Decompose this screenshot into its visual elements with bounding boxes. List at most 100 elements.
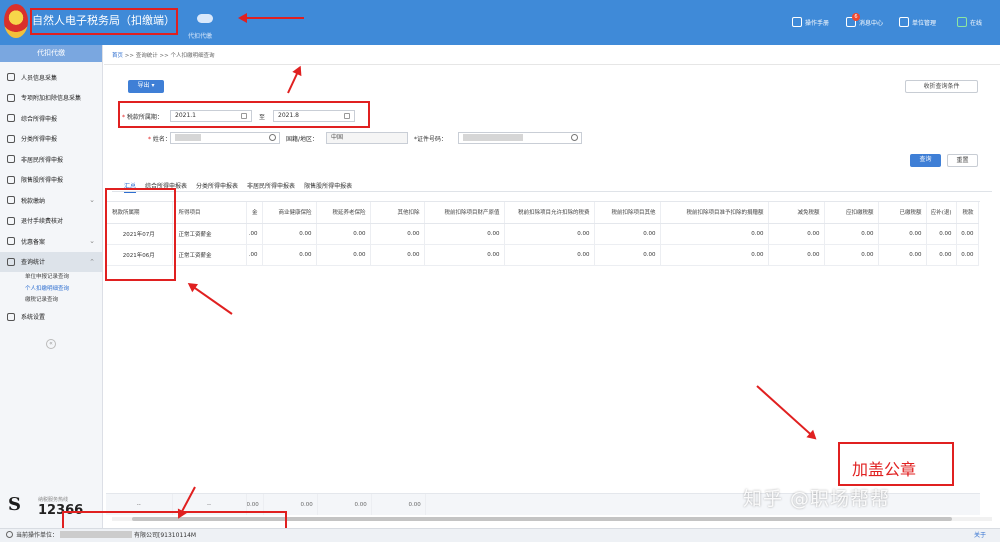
breadcrumb-divider xyxy=(104,64,1000,65)
manual-label: 操作手册 xyxy=(805,19,830,27)
name-input[interactable] xyxy=(170,132,280,144)
chevron-up-icon: ⌃ xyxy=(89,257,95,266)
chevron-down-icon: ⌄ xyxy=(89,196,95,204)
reset-button[interactable]: 重置 xyxy=(947,154,978,167)
table-cell: .00 xyxy=(246,244,263,266)
person-icon xyxy=(7,155,15,164)
column-header[interactable]: 商业健康保险 xyxy=(262,202,317,224)
grid-icon xyxy=(7,93,15,102)
annotation-box-period-column xyxy=(105,188,176,281)
export-button[interactable]: 导出 ▾ xyxy=(128,80,164,93)
name-label-text: 姓名： xyxy=(152,136,171,143)
column-header[interactable]: 税前扣除项目其他 xyxy=(594,202,661,224)
chart-icon xyxy=(7,257,15,266)
total-cell: 0.00 xyxy=(317,494,372,515)
table-cell: 0.00 xyxy=(316,223,371,245)
online-label: 在线 xyxy=(970,19,983,27)
id-number-label: *证件号码： xyxy=(414,136,448,143)
sidebar-item-label: 非居民所得申报 xyxy=(21,156,64,164)
tax-logo-icon: S xyxy=(8,494,21,515)
region-select[interactable]: 中国 xyxy=(326,132,408,144)
sidebar-item-special-deduction[interactable]: 专项附加扣除信息采集 xyxy=(0,88,102,109)
sidebar-item-classified-income[interactable]: 分类所得申报 xyxy=(0,129,102,150)
column-header[interactable]: 税前扣除项目允许扣除的税费 xyxy=(504,202,595,224)
table-cell: 0.00 xyxy=(660,223,769,245)
column-header[interactable]: 税前扣除项目准予扣除的捐赠额 xyxy=(660,202,769,224)
column-header[interactable]: 应扣缴税额 xyxy=(824,202,879,224)
sidebar-item-restricted-stock[interactable]: 限售股所得申报 xyxy=(0,170,102,191)
table-row[interactable]: 2021年06月 正常工资薪金 .00 0.00 0.00 0.00 0.00 … xyxy=(106,244,979,266)
search-icon[interactable] xyxy=(571,134,578,141)
breadcrumb-separator: >> xyxy=(159,53,169,59)
breadcrumb-current: 个人扣缴明细查询 xyxy=(170,53,215,59)
sidebar-item-person-info[interactable]: 人员信息采集 xyxy=(0,67,102,88)
check-icon xyxy=(7,216,15,225)
manual-button[interactable]: 操作手册 xyxy=(792,17,829,27)
name-redacted xyxy=(175,134,201,141)
sidebar-item-label: 人员信息采集 xyxy=(21,74,58,82)
sidebar-collapse-icon[interactable]: « xyxy=(46,339,56,349)
sidebar-item-comprehensive-income[interactable]: 综合所得申报 xyxy=(0,108,102,129)
annotation-stamp-text: 加盖公章 xyxy=(852,460,917,479)
column-header[interactable]: 税前扣除项目财产原值 xyxy=(424,202,505,224)
sidebar-item-fee-refund[interactable]: 退付手续费核对 xyxy=(0,211,102,232)
table-cell: .00 xyxy=(246,223,263,245)
column-header[interactable]: 金 xyxy=(246,202,263,224)
annotation-arrow-title xyxy=(240,17,304,19)
tax-emblem-icon xyxy=(4,4,28,38)
sidebar-item-label: 税款缴纳 xyxy=(21,197,46,205)
table-cell: 0.00 xyxy=(660,244,769,266)
message-icon: 6 xyxy=(846,13,860,27)
id-number-input[interactable] xyxy=(458,132,582,144)
table-cell: 0.00 xyxy=(926,244,957,266)
sidebar-subitem-personal-details[interactable]: 个人扣缴明细查询 xyxy=(0,284,102,296)
sidebar-subitem-payment-records[interactable]: 缴税记录查询 xyxy=(0,295,102,307)
company-manage-button[interactable]: 单位管理 xyxy=(899,17,936,27)
sidebar-item-tax-payment[interactable]: 税款缴纳 ⌄ xyxy=(0,190,102,211)
about-link[interactable]: 关于 xyxy=(974,529,986,542)
sidebar-item-label: 系统设置 xyxy=(21,314,46,322)
table-cell: 0.00 xyxy=(926,223,957,245)
breadcrumb-home[interactable]: 首页 xyxy=(112,53,123,59)
column-header[interactable]: 已缴税额 xyxy=(878,202,927,224)
sidebar-subitem-company-records[interactable]: 单位申报记录查询 xyxy=(0,272,102,284)
message-badge: 6 xyxy=(852,13,860,21)
table-row[interactable]: 2021年07月 正常工资薪金 .00 0.00 0.00 0.00 0.00 … xyxy=(106,223,979,245)
table-cell: 0.00 xyxy=(370,244,425,266)
sidebar-item-label: 查询统计 xyxy=(21,259,46,267)
annotation-box-period xyxy=(118,101,370,128)
column-header[interactable]: 所得项目 xyxy=(172,202,247,224)
table-cell: 0.00 xyxy=(824,223,879,245)
table-cell: 0.00 xyxy=(424,223,505,245)
manual-icon xyxy=(792,17,802,27)
table-cell: 0.00 xyxy=(594,244,661,266)
online-icon xyxy=(957,17,967,27)
column-header[interactable]: 应补(退) xyxy=(926,202,957,224)
current-company-label: 当前操作单位： xyxy=(16,532,59,539)
table-cell: 0.00 xyxy=(878,223,927,245)
sidebar-item-label: 专项附加扣除信息采集 xyxy=(21,95,82,103)
mode-label: 代扣代缴 xyxy=(188,33,213,40)
sidebar-item-preference-filing[interactable]: 优惠备案 ⌄ xyxy=(0,231,102,252)
breadcrumb-level1[interactable]: 查询统计 xyxy=(136,53,158,59)
table-cell: 0.00 xyxy=(504,223,595,245)
sidebar-item-query-stats[interactable]: 查询统计 ⌃ xyxy=(0,251,102,272)
column-header[interactable]: 减免税额 xyxy=(768,202,825,224)
query-button[interactable]: 查询 xyxy=(910,154,941,167)
online-status-button[interactable]: 在线 xyxy=(957,17,982,27)
column-header[interactable]: 税款 xyxy=(956,202,979,224)
column-header[interactable]: 税延养老保险 xyxy=(316,202,371,224)
table-cell: 0.00 xyxy=(878,244,927,266)
person-icon xyxy=(7,73,15,82)
sidebar-header: 代扣代缴 xyxy=(0,45,102,62)
table-cell: 0.00 xyxy=(824,244,879,266)
sidebar-item-nonresident-income[interactable]: 非居民所得申报 xyxy=(0,149,102,170)
sidebar-item-label: 分类所得申报 xyxy=(21,136,58,144)
column-header[interactable]: 其他扣除 xyxy=(370,202,425,224)
status-bar: 当前操作单位： 有限公司[91310114M 关于 xyxy=(0,528,1000,542)
search-icon[interactable] xyxy=(269,134,276,141)
collapse-conditions-button[interactable]: 收折查询条件 xyxy=(905,80,978,93)
sidebar-item-settings[interactable]: 系统设置 xyxy=(0,307,102,328)
chevron-down-icon: ⌄ xyxy=(89,237,95,245)
message-center-button[interactable]: 6 消息中心 xyxy=(846,13,883,27)
